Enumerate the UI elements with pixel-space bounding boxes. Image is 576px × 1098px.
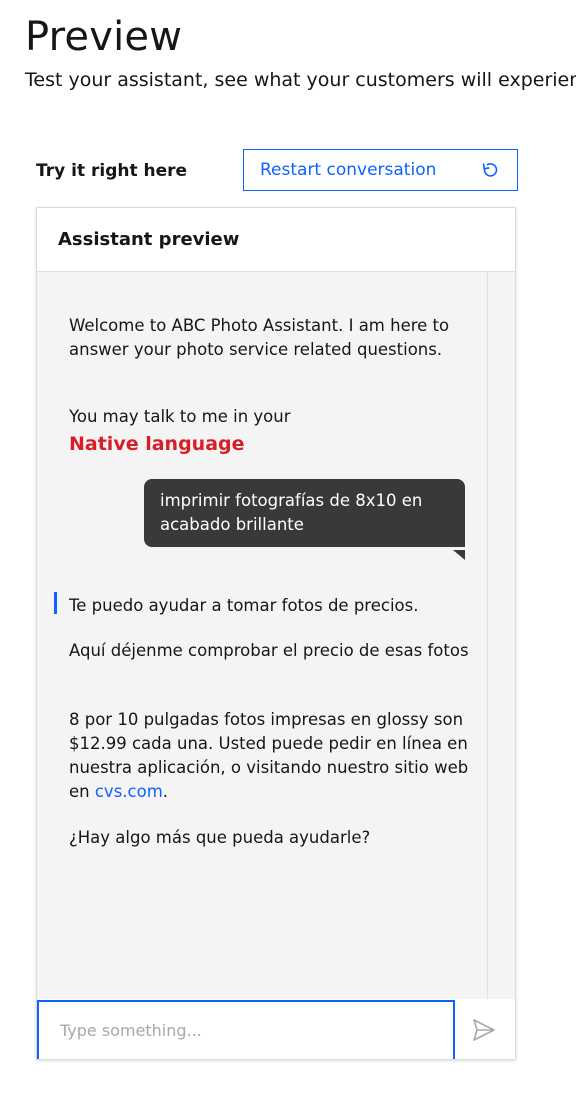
assistant-reply-2: Aquí déjenme comprobar el precio de esas…	[69, 641, 469, 660]
language-message: You may talk to me in your Native langua…	[69, 405, 479, 459]
reply-3-end: .	[162, 782, 169, 801]
message-input[interactable]	[37, 1000, 455, 1059]
cvs-link[interactable]: cvs.com	[95, 782, 163, 801]
focus-indicator	[54, 592, 57, 614]
user-message-bubble: imprimir fotografías de 8x10 en acabado …	[144, 479, 465, 547]
panel-title: Assistant preview	[37, 208, 515, 272]
native-language-text: Native language	[69, 433, 245, 455]
restart-conversation-button[interactable]: Restart conversation	[243, 149, 518, 191]
welcome-message: Welcome to ABC Photo Assistant. I am her…	[69, 316, 450, 359]
assistant-reply-3: 8 por 10 pulgadas fotos impresas en glos…	[69, 708, 479, 804]
assistant-preview-panel: Assistant preview Welcome to ABC Photo A…	[36, 207, 516, 1060]
chat-area[interactable]: Welcome to ABC Photo Assistant. I am her…	[37, 272, 487, 999]
talk-prefix-text: You may talk to me in your	[69, 407, 291, 426]
try-it-label: Try it right here	[36, 161, 188, 181]
restart-icon	[479, 159, 501, 181]
input-row	[37, 999, 515, 1059]
assistant-reply-1: Te puedo ayudar a tomar fotos de precios…	[69, 596, 419, 615]
chat-scrollbar[interactable]	[487, 272, 515, 999]
send-icon	[471, 1017, 497, 1047]
page-subtitle: Test your assistant, see what your custo…	[25, 69, 576, 91]
preview-page: Preview Test your assistant, see what yo…	[0, 0, 576, 1098]
restart-conversation-label: Restart conversation	[260, 160, 437, 180]
page-title: Preview	[25, 14, 183, 60]
user-bubble-tail	[453, 550, 465, 560]
assistant-reply-4: ¿Hay algo más que pueda ayudarle?	[69, 828, 371, 847]
send-button[interactable]	[467, 1015, 501, 1049]
